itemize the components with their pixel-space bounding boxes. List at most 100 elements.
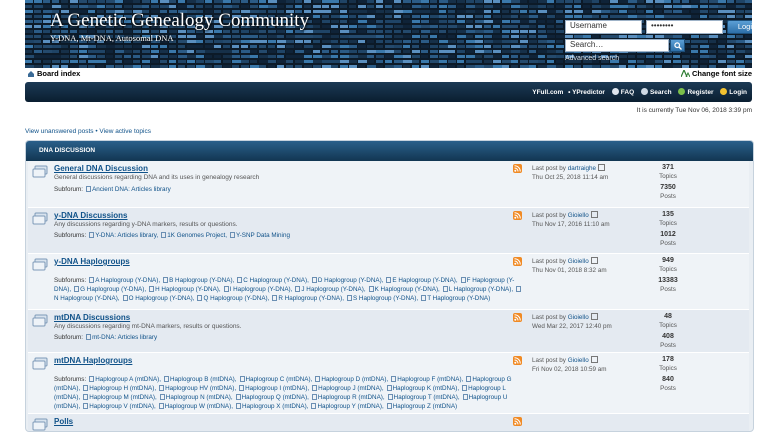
subforum-link[interactable]: O Haplogroup (Y-DNA), bbox=[129, 295, 195, 302]
dna-band bbox=[745, 40, 752, 43]
board-index-link[interactable]: Board index bbox=[27, 69, 80, 78]
yfull-link[interactable]: YFull.com bbox=[532, 89, 563, 96]
subforum-link[interactable]: L Haplogroup (Y-DNA), bbox=[449, 286, 513, 293]
subforum-link[interactable]: R Haplogroup (Y-DNA), bbox=[278, 295, 344, 302]
subforum-link[interactable]: C Haplogroup (Y-DNA), bbox=[243, 277, 309, 284]
dna-band bbox=[385, 60, 392, 63]
view-latest-post-icon[interactable] bbox=[590, 211, 598, 218]
password-input[interactable]: •••••••• bbox=[646, 20, 723, 34]
view-latest-post-icon[interactable] bbox=[590, 313, 598, 320]
dna-band bbox=[349, 20, 358, 23]
subforum-link[interactable]: S Haplogroup (Y-DNA), bbox=[353, 295, 418, 302]
subforum-link[interactable]: Haplogroup N (mtDNA), bbox=[166, 394, 233, 401]
subforum-link[interactable]: Haplogroup H (mtDNA), bbox=[89, 385, 156, 392]
forum-title[interactable]: mtDNA Discussions bbox=[54, 313, 130, 322]
advanced-search-link[interactable]: Advanced search bbox=[565, 55, 619, 62]
subforum-link[interactable]: Haplogroup Y (mtDNA), bbox=[317, 403, 383, 410]
subforum-link[interactable]: D Haplogroup (Y-DNA), bbox=[318, 277, 384, 284]
view-latest-post-icon[interactable] bbox=[590, 257, 598, 264]
subforum-link[interactable]: Haplogroup F (mtDNA), bbox=[397, 376, 463, 383]
subforum-link[interactable]: Haplogroup B (mtDNA), bbox=[170, 376, 237, 383]
category-header[interactable]: DNA Discussion bbox=[26, 141, 753, 161]
dna-band bbox=[277, 55, 284, 58]
subforum-link[interactable]: H Haplogroup (Y-DNA), bbox=[155, 286, 221, 293]
dna-band bbox=[187, 60, 195, 63]
subforum-link[interactable]: Y-DNA: Articles library, bbox=[95, 232, 158, 239]
search-button[interactable] bbox=[670, 39, 685, 52]
rss-feed-icon[interactable] bbox=[513, 417, 522, 426]
forum-title[interactable]: General DNA Discussion bbox=[54, 164, 148, 173]
username-input[interactable]: Username bbox=[565, 20, 642, 34]
subforum-link[interactable]: Haplogroup I (mtDNA), bbox=[245, 385, 309, 392]
subforum-link[interactable]: Haplogroup D (mtDNA), bbox=[321, 376, 388, 383]
last-post-author[interactable]: Gioiello bbox=[568, 357, 589, 364]
dna-band bbox=[448, 0, 456, 3]
login-button[interactable]: Login bbox=[727, 20, 752, 34]
rss-feed-icon[interactable] bbox=[513, 257, 522, 266]
rss-feed-icon[interactable] bbox=[513, 356, 522, 365]
subforum-link[interactable]: E Haplogroup (Y-DNA), bbox=[392, 277, 457, 284]
subforum-icon bbox=[158, 403, 164, 409]
last-post-author[interactable]: Gioiello bbox=[568, 212, 589, 219]
subforum-link[interactable]: K Haplogroup (Y-DNA), bbox=[375, 286, 440, 293]
subforum-link[interactable]: Y-SNP Data Mining bbox=[236, 232, 290, 239]
rss-feed-icon[interactable] bbox=[513, 313, 522, 322]
subforum-icon bbox=[315, 376, 321, 382]
forum-title[interactable]: y-DNA Haplogroups bbox=[54, 257, 130, 266]
subforum-link[interactable]: Haplogroup T (mtDNA), bbox=[394, 394, 460, 401]
subforum-link[interactable]: Haplogroup X (mtDNA), bbox=[242, 403, 309, 410]
subforum-icon bbox=[386, 277, 392, 283]
dna-band bbox=[178, 50, 187, 53]
site-title[interactable]: A Genetic Genealogy Community bbox=[50, 10, 309, 32]
subforum-link[interactable]: Haplogroup HV (mtDNA), bbox=[165, 385, 236, 392]
dna-band bbox=[673, 60, 681, 63]
dna-band bbox=[268, 45, 275, 48]
subforum-link[interactable]: G Haplogroup (Y-DNA), bbox=[80, 286, 146, 293]
subforum-link[interactable]: Ancient DNA: Articles library bbox=[92, 186, 171, 193]
view-posts-links[interactable]: View unanswered posts • View active topi… bbox=[25, 128, 151, 135]
subforum-link[interactable]: Haplogroup W (mtDNA), bbox=[165, 403, 233, 410]
subforum-link[interactable]: Haplogroup Z (mtDNA) bbox=[393, 403, 457, 410]
dna-band bbox=[277, 35, 284, 38]
last-post-author[interactable]: dartraighe bbox=[568, 165, 596, 172]
forum-title[interactable]: y-DNA Discussions bbox=[54, 211, 128, 220]
subforum-link[interactable]: 1K Genomes Project, bbox=[167, 232, 227, 239]
dna-band bbox=[385, 0, 393, 3]
last-post-author[interactable]: Gioiello bbox=[568, 314, 589, 321]
subforum-link[interactable]: Haplogroup Q (mtDNA), bbox=[242, 394, 309, 401]
register-link[interactable]: Register bbox=[687, 89, 713, 96]
subforum-link[interactable]: Haplogroup C (mtDNA), bbox=[246, 376, 313, 383]
subforum-link[interactable]: Haplogroup A (mtDNA), bbox=[95, 376, 161, 383]
nav-login-link[interactable]: Login bbox=[729, 89, 747, 96]
subforum-link[interactable]: Haplogroup V (mtDNA), bbox=[89, 403, 156, 410]
dna-band bbox=[205, 60, 214, 63]
subforum-link[interactable]: Haplogroup R (mtDNA), bbox=[318, 394, 385, 401]
subforum-link[interactable]: A Haplogroup (Y-DNA), bbox=[95, 277, 160, 284]
rss-feed-icon[interactable] bbox=[513, 164, 522, 173]
subforum-link[interactable]: N Haplogroup (Y-DNA), bbox=[54, 295, 120, 302]
dna-band bbox=[691, 0, 700, 3]
view-latest-post-icon[interactable] bbox=[598, 164, 606, 171]
dna-band bbox=[223, 40, 231, 43]
dna-band bbox=[601, 35, 610, 38]
subforum-link[interactable]: Q Haplogroup (Y-DNA), bbox=[203, 295, 269, 302]
ypredictor-link[interactable]: • YPredictor bbox=[568, 89, 605, 96]
forum-title[interactable]: mtDNA Haplogroups bbox=[54, 356, 132, 365]
change-font-size-link[interactable]: Change font size bbox=[680, 68, 752, 78]
subforum-link[interactable]: mt-DNA: Articles library bbox=[92, 334, 157, 341]
dna-band bbox=[601, 65, 610, 68]
view-latest-post-icon[interactable] bbox=[590, 356, 598, 363]
last-post-author[interactable]: Gioiello bbox=[568, 258, 589, 265]
subforum-link[interactable]: B Haplogroup (Y-DNA), bbox=[169, 277, 234, 284]
forum-title[interactable]: Polls bbox=[54, 417, 73, 426]
nav-search-link[interactable]: Search bbox=[650, 89, 672, 96]
subforum-link[interactable]: J Haplogroup (Y-DNA), bbox=[301, 286, 365, 293]
subforum-link[interactable]: Haplogroup M (mtDNA), bbox=[89, 394, 157, 401]
subforum-link[interactable]: I Haplogroup (Y-DNA), bbox=[230, 286, 293, 293]
subforum-link[interactable]: T Haplogroup (Y-DNA) bbox=[427, 295, 490, 302]
rss-feed-icon[interactable] bbox=[513, 211, 522, 220]
search-input[interactable]: Search… bbox=[565, 39, 669, 52]
faq-link[interactable]: FAQ bbox=[621, 89, 634, 96]
subforum-link[interactable]: Haplogroup K (mtDNA), bbox=[393, 385, 460, 392]
subforum-link[interactable]: Haplogroup J (mtDNA), bbox=[318, 385, 383, 392]
